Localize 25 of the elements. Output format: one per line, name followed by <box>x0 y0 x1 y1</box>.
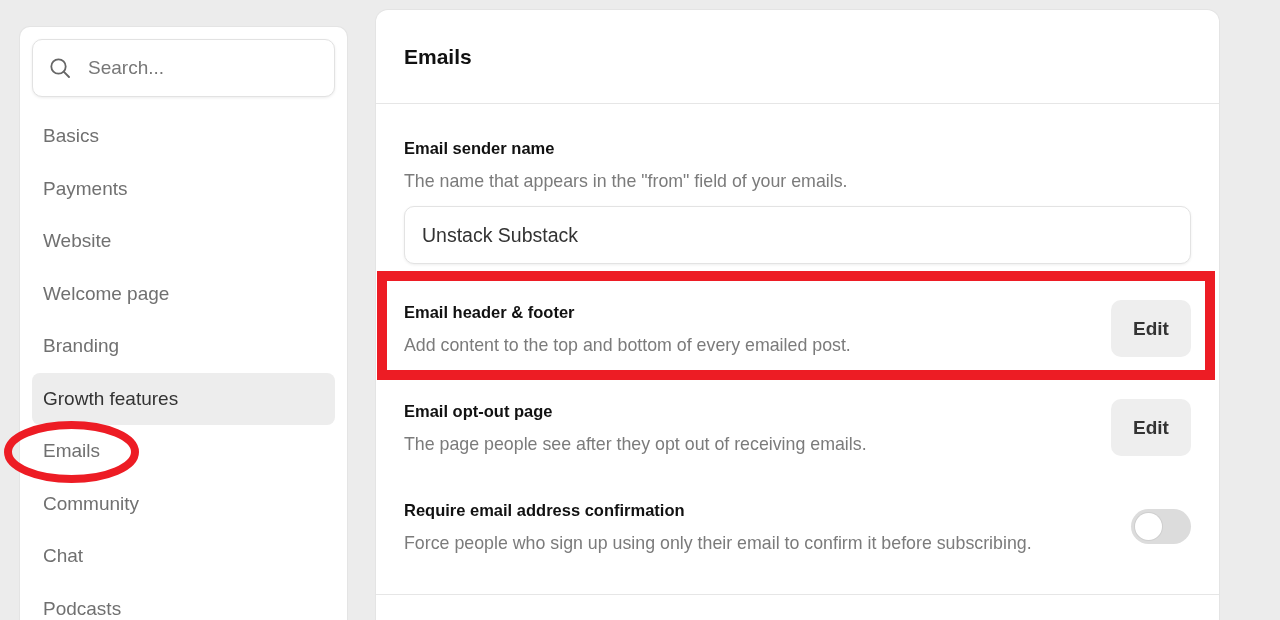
sidebar-item[interactable]: Branding <box>32 320 335 373</box>
search-field[interactable]: Search... <box>32 39 335 97</box>
setting-title: Email sender name <box>404 138 556 159</box>
sidebar-item[interactable]: Basics <box>32 110 335 163</box>
edit-button[interactable]: Edit <box>1111 399 1191 456</box>
sidebar-item[interactable]: Payments <box>32 162 335 215</box>
text-input[interactable]: Unstack Substack <box>404 206 1191 264</box>
sidebar-item[interactable]: Welcome page <box>32 267 335 320</box>
setting-description: The page people see after they opt out of receiving emails. <box>404 433 867 455</box>
setting-title: Email opt-out page <box>404 401 554 422</box>
setting-description: Force people who sign up using only their email to confirm it before subscribing. <box>404 532 1032 554</box>
setting-description: Add content to the top and bottom of every emailed post. <box>404 334 851 356</box>
sidebar-item[interactable]: Podcasts <box>32 582 335 620</box>
sidebar-item[interactable]: Website <box>32 215 335 268</box>
search-icon <box>50 58 70 78</box>
toggle-switch[interactable] <box>1131 509 1191 544</box>
panel-title: Emails <box>404 43 472 70</box>
setting-title: Email header & footer <box>404 302 576 323</box>
sidebar-item[interactable]: Emails <box>32 425 335 478</box>
sidebar-item[interactable]: Chat <box>32 530 335 583</box>
sidebar-item[interactable]: Growth features <box>32 372 335 425</box>
edit-button[interactable]: Edit <box>1111 300 1191 357</box>
setting-description: The name that appears in the "from" field of your emails. <box>404 170 849 192</box>
sidebar-item[interactable]: Community <box>32 477 335 530</box>
setting-title: Require email address confirmation <box>404 500 686 521</box>
